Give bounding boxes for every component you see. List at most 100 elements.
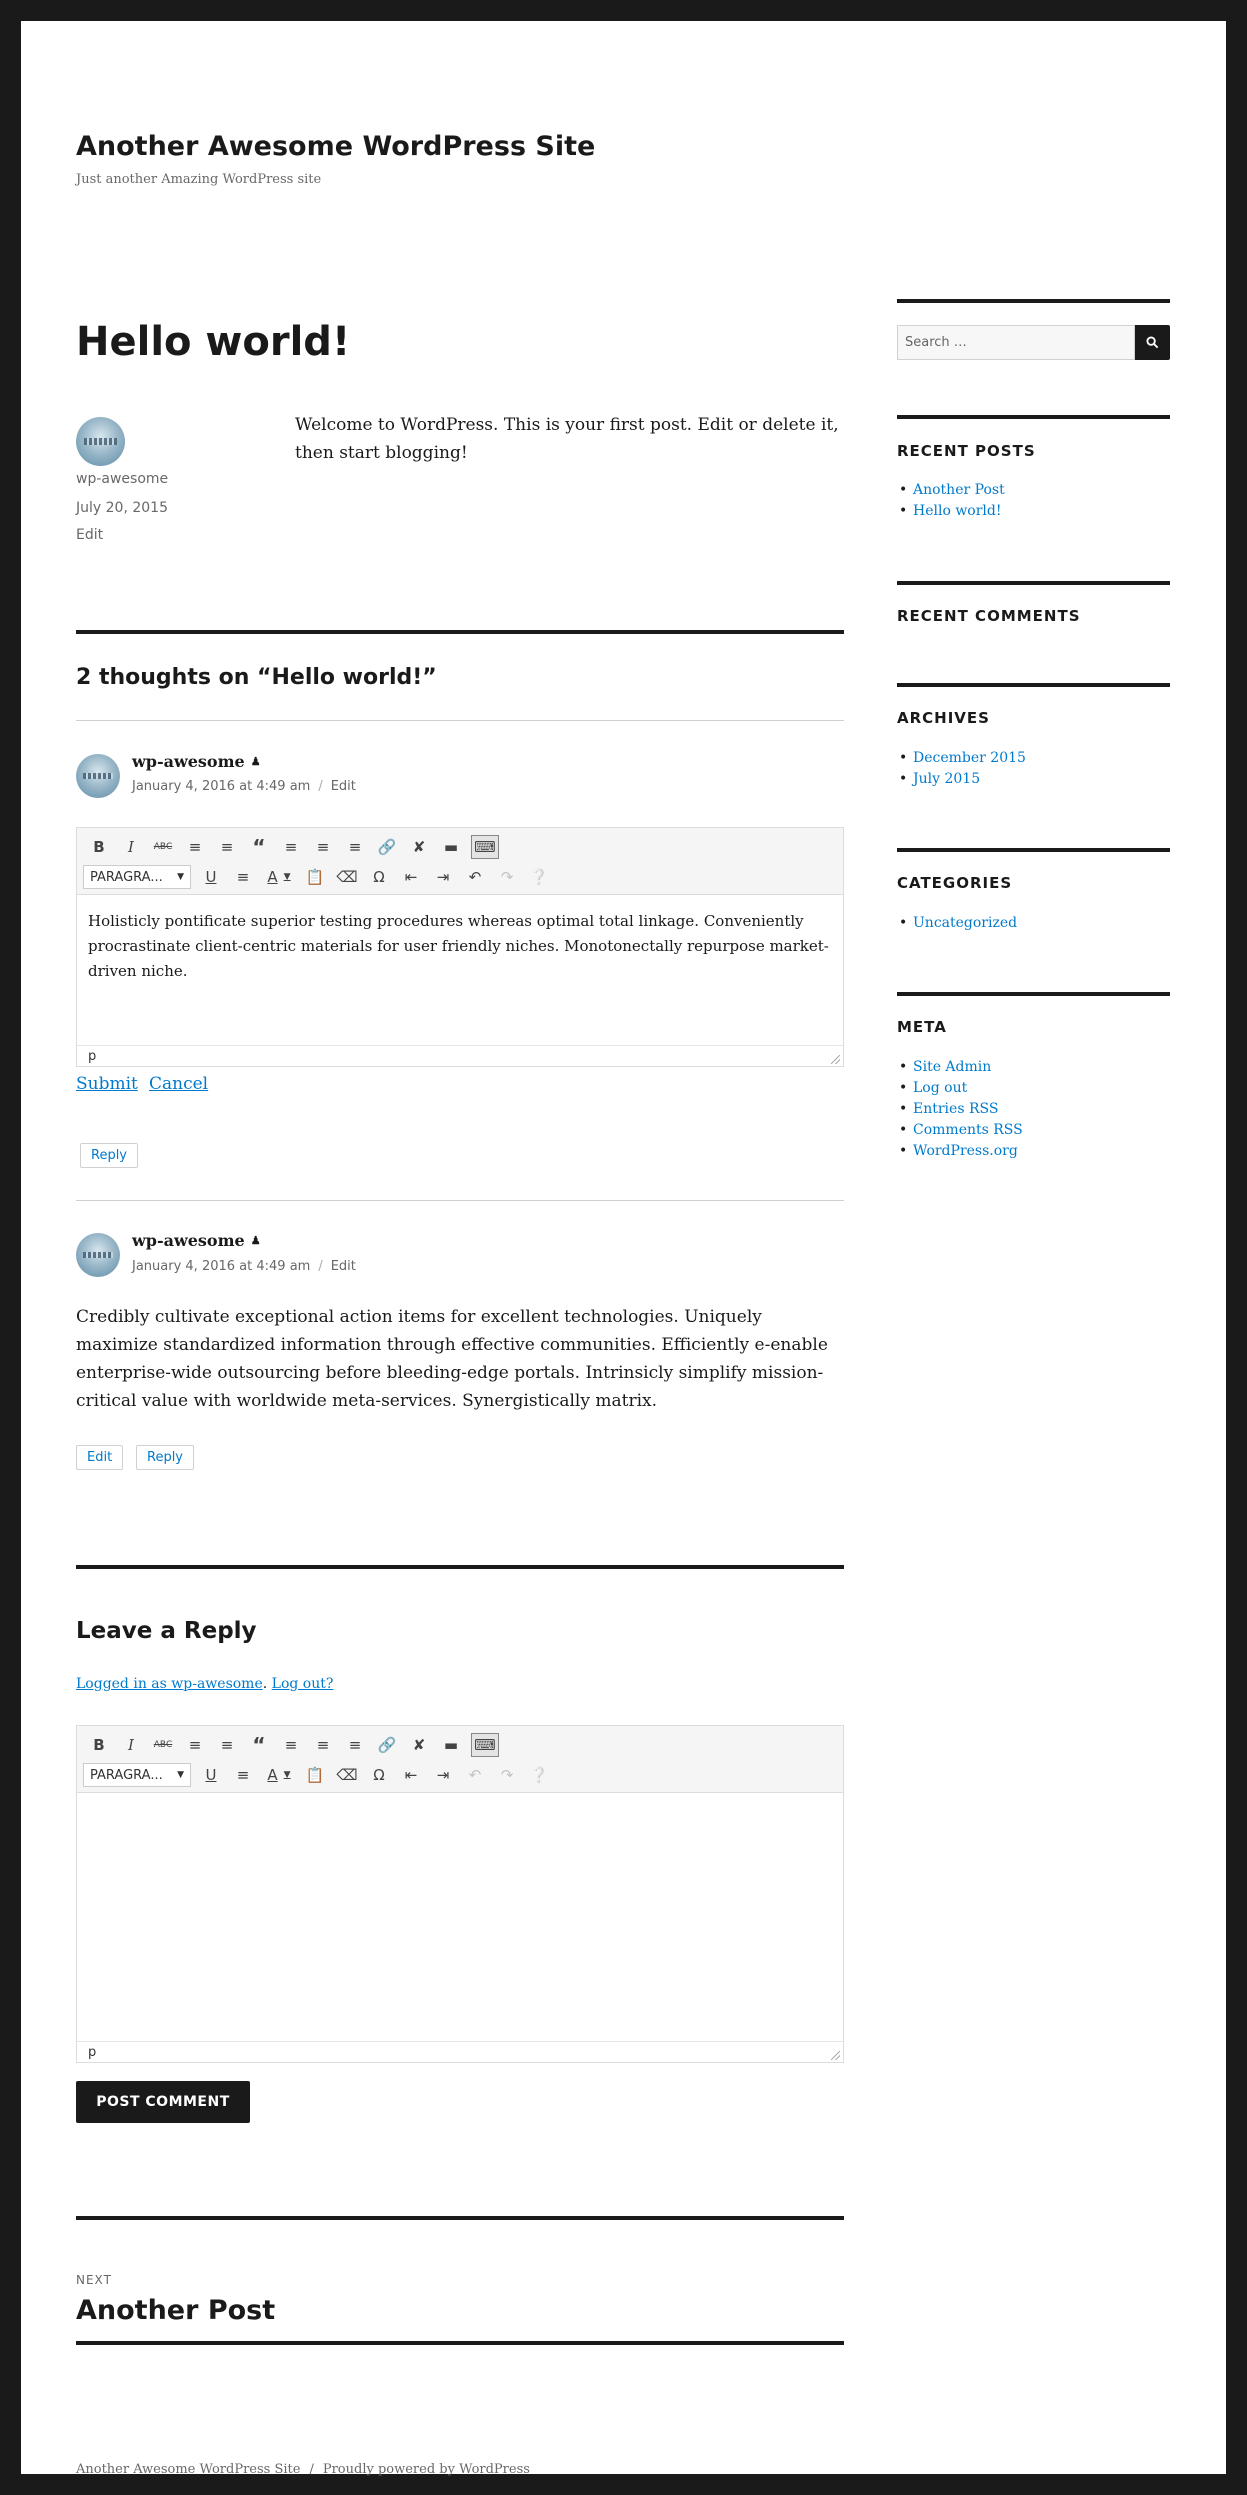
justify-icon[interactable]: ≡	[227, 864, 259, 890]
redo-icon[interactable]: ↷	[491, 864, 523, 890]
post-date-link[interactable]: July 20, 2015	[76, 500, 168, 516]
post-nav-top-rule	[76, 2216, 844, 2220]
meta-link-entries-rss[interactable]: Entries RSS	[913, 1101, 998, 1117]
post-author-link[interactable]: wp-awesome	[76, 471, 168, 487]
strikethrough-icon[interactable]: ABC	[147, 834, 179, 860]
read-more-icon[interactable]: ▬	[435, 834, 467, 860]
archive-link[interactable]: December 2015	[913, 750, 1026, 766]
numbered-list-icon[interactable]: ≡	[211, 1732, 243, 1758]
list-item: December 2015	[897, 748, 1026, 769]
category-link[interactable]: Uncategorized	[913, 915, 1017, 931]
undo-icon[interactable]: ↶	[459, 864, 491, 890]
resize-handle-icon[interactable]	[831, 2051, 840, 2060]
meta-title: META	[897, 1018, 947, 1036]
search-widget-rule	[897, 299, 1170, 303]
align-right-icon[interactable]: ≡	[339, 1732, 371, 1758]
read-more-icon[interactable]: ▬	[435, 1732, 467, 1758]
format-select[interactable]: PARAGRA... ▼	[83, 865, 191, 889]
underline-icon[interactable]: U	[195, 864, 227, 890]
search-button[interactable]	[1135, 325, 1170, 360]
reply-button[interactable]: Reply	[80, 1143, 139, 1168]
link-icon[interactable]: 🔗	[371, 1732, 403, 1758]
archive-link[interactable]: July 2015	[913, 771, 980, 787]
meta-link-site-admin[interactable]: Site Admin	[913, 1059, 991, 1075]
align-left-icon[interactable]: ≡	[275, 834, 307, 860]
special-char-icon[interactable]: Ω	[363, 864, 395, 890]
list-item: Uncategorized	[897, 913, 1017, 934]
underline-icon[interactable]: U	[195, 1762, 227, 1788]
editor-path[interactable]: p	[88, 1049, 96, 1064]
outdent-icon[interactable]: ⇤	[395, 864, 427, 890]
comment-edit-link[interactable]: Edit	[331, 1259, 356, 1274]
help-icon[interactable]: ❔	[523, 1762, 555, 1788]
unlink-icon[interactable]: ✘	[403, 1732, 435, 1758]
edit-comment-button[interactable]: Edit	[76, 1445, 124, 1470]
clear-format-icon[interactable]: ⌫	[331, 864, 363, 890]
comment-avatar	[76, 1233, 120, 1277]
submit-edit-link[interactable]: Submit	[76, 1074, 138, 1094]
help-icon[interactable]: ❔	[523, 864, 555, 890]
meta-link-wordpress-org[interactable]: WordPress.org	[913, 1143, 1018, 1159]
editor-path[interactable]: p	[88, 2045, 96, 2060]
comment-author-name[interactable]: wp-awesome	[132, 752, 245, 771]
logged-in-link[interactable]: Logged in as wp-awesome	[76, 1676, 263, 1692]
footer-powered-link[interactable]: Proudly powered by WordPress	[323, 2462, 530, 2477]
text-color-icon[interactable]: A ▼	[259, 1762, 299, 1788]
align-center-icon[interactable]: ≡	[307, 1732, 339, 1758]
indent-icon[interactable]: ⇥	[427, 1762, 459, 1788]
comment-author-name[interactable]: wp-awesome	[132, 1231, 245, 1250]
blockquote-icon[interactable]: “	[243, 1732, 275, 1758]
post-edit-link[interactable]: Edit	[76, 527, 103, 543]
justify-icon[interactable]: ≡	[227, 1762, 259, 1788]
meta-link-log-out[interactable]: Log out	[913, 1080, 967, 1096]
reply-button[interactable]: Reply	[136, 1445, 195, 1470]
resize-handle-icon[interactable]	[831, 1055, 840, 1064]
italic-icon[interactable]: I	[115, 1732, 147, 1758]
search-input[interactable]: Search …	[897, 325, 1135, 360]
indent-icon[interactable]: ⇥	[427, 864, 459, 890]
numbered-list-icon[interactable]: ≡	[211, 834, 243, 860]
logout-link[interactable]: Log out?	[272, 1676, 334, 1692]
paste-text-icon[interactable]: 📋	[299, 864, 331, 890]
format-select[interactable]: PARAGRA... ▼	[83, 1763, 191, 1787]
paste-text-icon[interactable]: 📋	[299, 1762, 331, 1788]
clear-format-icon[interactable]: ⌫	[331, 1762, 363, 1788]
special-char-icon[interactable]: Ω	[363, 1762, 395, 1788]
align-right-icon[interactable]: ≡	[339, 834, 371, 860]
bold-icon[interactable]: B	[83, 1732, 115, 1758]
comment-date-link[interactable]: January 4, 2016 at 4:49 am	[132, 779, 310, 794]
comment-date-link[interactable]: January 4, 2016 at 4:49 am	[132, 1259, 310, 1274]
next-post-link[interactable]: Another Post	[76, 2295, 275, 2326]
comment-edit-link[interactable]: Edit	[331, 779, 356, 794]
recent-posts-title: RECENT POSTS	[897, 442, 1036, 460]
bullet-list-icon[interactable]: ≡	[179, 834, 211, 860]
align-left-icon[interactable]: ≡	[275, 1732, 307, 1758]
site-title-link[interactable]: Another Awesome WordPress Site	[76, 131, 595, 162]
reply-editor-content[interactable]	[77, 1793, 843, 2041]
post-content: Welcome to WordPress. This is your first…	[295, 415, 839, 463]
outdent-icon[interactable]: ⇤	[395, 1762, 427, 1788]
strikethrough-icon[interactable]: ABC	[147, 1732, 179, 1758]
toolbar-toggle-icon[interactable]: ⌨	[471, 1733, 499, 1757]
footer-site-link[interactable]: Another Awesome WordPress Site	[76, 2462, 300, 2477]
link-icon[interactable]: 🔗	[371, 834, 403, 860]
recent-post-link[interactable]: Hello world!	[913, 503, 1002, 519]
recent-post-link[interactable]: Another Post	[913, 482, 1005, 498]
logged-in-text: Logged in as wp-awesome. Log out?	[76, 1676, 333, 1692]
cancel-edit-link[interactable]: Cancel	[149, 1074, 208, 1094]
redo-icon[interactable]: ↷	[491, 1762, 523, 1788]
bold-icon[interactable]: B	[83, 834, 115, 860]
undo-icon[interactable]: ↶	[459, 1762, 491, 1788]
toolbar-toggle-icon[interactable]: ⌨	[471, 835, 499, 859]
align-center-icon[interactable]: ≡	[307, 834, 339, 860]
bullet-list-icon[interactable]: ≡	[179, 1732, 211, 1758]
unlink-icon[interactable]: ✘	[403, 834, 435, 860]
blockquote-icon[interactable]: “	[243, 834, 275, 860]
italic-icon[interactable]: I	[115, 834, 147, 860]
text-color-icon[interactable]: A ▼	[259, 864, 299, 890]
list-item: Log out	[897, 1078, 1023, 1099]
archives-rule	[897, 683, 1170, 687]
editor-content[interactable]: Holisticly pontificate superior testing …	[77, 895, 843, 1045]
meta-link-comments-rss[interactable]: Comments RSS	[913, 1122, 1023, 1138]
post-comment-button[interactable]: POST COMMENT	[76, 2081, 250, 2123]
